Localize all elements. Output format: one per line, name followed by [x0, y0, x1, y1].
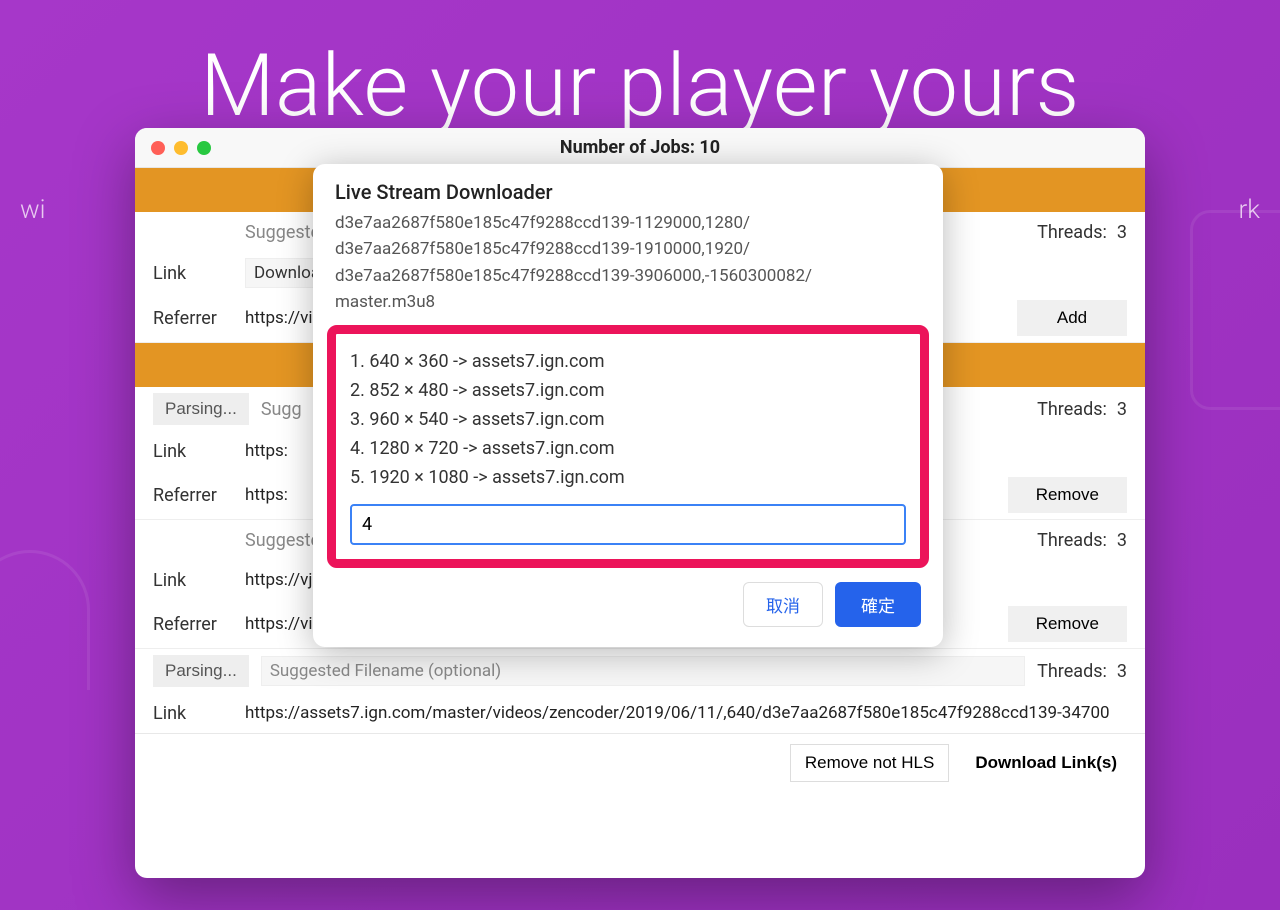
background-title: Make your player yours [0, 35, 1280, 136]
quality-option: 1. 640 × 360 -> assets7.ign.com [350, 348, 906, 377]
remove-button[interactable]: Remove [1008, 477, 1127, 513]
job-block: Parsing... Threads: 3 Link https://asset… [135, 649, 1145, 733]
download-links-button[interactable]: Download Link(s) [961, 744, 1131, 782]
modal-desc-line: d3e7aa2687f580e185c47f9288ccd139-1910000… [335, 236, 921, 262]
link-label: Link [153, 703, 233, 724]
modal-desc-line: master.m3u8 [335, 289, 921, 315]
link-label: Link [153, 570, 233, 591]
quality-option: 2. 852 × 480 -> assets7.ign.com [350, 377, 906, 406]
threads-value: 3 [1117, 530, 1127, 551]
threads-label: Threads: [1037, 222, 1107, 243]
modal-desc-line: d3e7aa2687f580e185c47f9288ccd139-3906000… [335, 263, 921, 289]
quality-option: 3. 960 × 540 -> assets7.ign.com [350, 406, 906, 435]
threads-value: 3 [1117, 399, 1127, 420]
referrer-label: Referrer [153, 308, 233, 329]
threads-value: 3 [1117, 661, 1127, 682]
modal-actions: 取消 確定 [313, 582, 943, 647]
modal-title: Live Stream Downloader [313, 164, 943, 210]
quality-picker-modal: Live Stream Downloader d3e7aa2687f580e18… [313, 164, 943, 647]
referrer-label: Referrer [153, 485, 233, 506]
threads-label: Threads: [1037, 661, 1107, 682]
modal-desc-line: d3e7aa2687f580e185c47f9288ccd139-1129000… [335, 210, 921, 236]
threads-label: Threads: [1037, 530, 1107, 551]
link-value[interactable]: https://assets7.ign.com/master/videos/ze… [245, 703, 1127, 723]
quality-option: 4. 1280 × 720 -> assets7.ign.com [350, 435, 906, 464]
referrer-label: Referrer [153, 614, 233, 635]
quality-input[interactable] [350, 504, 906, 545]
link-label: Link [153, 263, 233, 284]
threads-value: 3 [1117, 222, 1127, 243]
link-label: Link [153, 441, 233, 462]
footer-actions: Remove not HLS Download Link(s) [135, 733, 1145, 792]
window-title: Number of Jobs: 10 [135, 137, 1145, 158]
remove-button[interactable]: Remove [1008, 606, 1127, 642]
quality-selection-box: 1. 640 × 360 -> assets7.ign.com 2. 852 ×… [327, 325, 929, 568]
remove-not-hls-button[interactable]: Remove not HLS [790, 744, 949, 782]
suggested-label: Sugg [261, 399, 302, 420]
quality-list: 1. 640 × 360 -> assets7.ign.com 2. 852 ×… [350, 348, 906, 492]
modal-description: d3e7aa2687f580e185c47f9288ccd139-1129000… [313, 210, 943, 325]
window-titlebar[interactable]: Number of Jobs: 10 [135, 128, 1145, 168]
threads-label: Threads: [1037, 399, 1107, 420]
suggested-filename-input[interactable] [261, 656, 1025, 686]
background-subtitle-left: wi [20, 195, 45, 225]
quality-option: 5. 1920 × 1080 -> assets7.ign.com [350, 464, 906, 493]
add-button[interactable]: Add [1017, 300, 1127, 336]
parsing-button[interactable]: Parsing... [153, 393, 249, 425]
confirm-button[interactable]: 確定 [835, 582, 921, 627]
cancel-button[interactable]: 取消 [743, 582, 823, 627]
parsing-button[interactable]: Parsing... [153, 655, 249, 687]
